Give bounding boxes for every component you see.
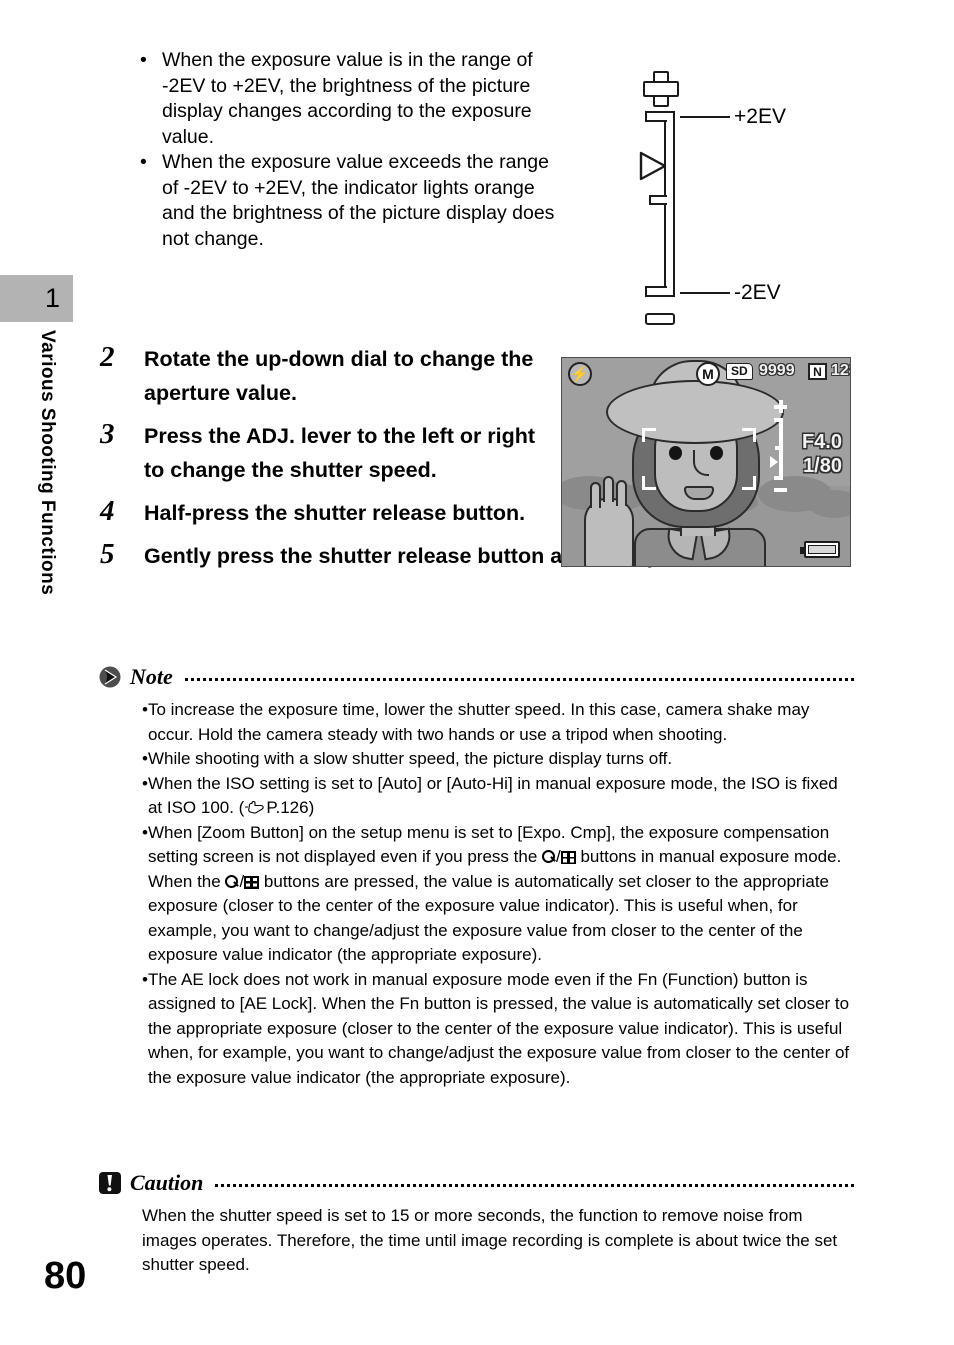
intro-bullet-list: • When the exposure value is in the rang…	[140, 48, 555, 252]
af-frame-corner	[742, 476, 756, 490]
lcd-ev-tick	[775, 446, 783, 450]
list-item: • While shooting with a slow shutter spe…	[98, 747, 854, 772]
shooting-mode-badge: M	[696, 362, 720, 386]
leader-line-bottom	[680, 292, 730, 294]
pointing-hand-icon	[244, 798, 266, 814]
note-section: Note • To increase the exposure time, lo…	[98, 664, 854, 1090]
step-text: Rotate the up-down dial to change the ap…	[144, 347, 534, 405]
note-icon	[98, 665, 122, 689]
list-item-text: The AE lock does not work in manual expo…	[147, 969, 850, 1087]
leader-line-top	[680, 116, 730, 118]
caution-text: When the shutter speed is set to 15 or m…	[142, 1206, 838, 1274]
magnify-icon	[542, 850, 556, 864]
caution-label: Caution	[130, 1170, 204, 1195]
lcd-ev-tick	[774, 418, 783, 422]
list-item: • When the ISO setting is set to [Auto] …	[98, 772, 854, 821]
ev-pointer-icon	[637, 150, 667, 182]
lcd-ev-tick	[774, 476, 783, 480]
chapter-number: 1	[44, 283, 60, 313]
page-number: 80	[44, 1255, 87, 1297]
image-quality-badge: N	[808, 363, 827, 380]
bullet-marker: •	[142, 700, 148, 719]
step-number: 4	[100, 495, 115, 527]
list-item-text: When the ISO setting is set to [Auto] or…	[148, 772, 854, 821]
subject-finger	[616, 480, 627, 506]
lcd-exposure-value-indicator	[768, 400, 794, 496]
battery-icon	[800, 541, 840, 558]
list-item: • When the exposure value exceeds the ra…	[140, 150, 555, 252]
subject-eye-right	[710, 446, 723, 460]
magnify-icon	[225, 874, 239, 889]
list-item: • To increase the exposure time, lower t…	[98, 698, 854, 747]
subject-eye-left	[669, 446, 682, 460]
thumbnail-grid-icon	[244, 875, 260, 889]
lcd-minus-icon	[774, 488, 787, 492]
note-header: Note	[98, 664, 854, 690]
note-text-fragment: P.126)	[266, 798, 315, 817]
step-number: 2	[100, 341, 115, 373]
list-item-text: When the exposure value is in the range …	[162, 49, 533, 148]
minus-icon	[645, 313, 675, 325]
bush-shape	[808, 490, 850, 518]
list-item-text: While shooting with a slow shutter speed…	[147, 749, 673, 768]
image-resolution: 1280	[831, 362, 850, 379]
list-item: • When the exposure value is in the rang…	[140, 48, 555, 150]
subject-hat-brim	[606, 380, 784, 444]
exposure-value-indicator-diagram: +2EV -2EV	[600, 55, 880, 345]
ev-tick-middle	[649, 195, 667, 205]
step-number: 5	[100, 538, 115, 570]
subject-mouth	[684, 486, 714, 500]
chapter-tab: 1	[0, 275, 73, 322]
bullet-marker: •	[140, 151, 147, 173]
af-frame-corner	[642, 428, 656, 442]
lcd-plus-icon	[774, 400, 787, 413]
ev-tick-top	[645, 111, 667, 122]
ev-label-minus-2ev: -2EV	[734, 281, 781, 304]
note-rule	[184, 677, 854, 681]
caution-header: Caution	[98, 1170, 854, 1196]
subject-finger	[603, 476, 614, 502]
shutter-speed-value: 1/80	[803, 455, 842, 477]
thumbnail-grid-icon	[560, 851, 576, 864]
af-frame-corner	[642, 476, 656, 490]
caution-rule	[215, 1183, 854, 1187]
list-item-text: When [Zoom Button] on the setup menu is …	[148, 821, 854, 968]
sd-card-icon: SD	[726, 363, 753, 380]
step-number: 3	[100, 418, 115, 450]
subject-finger	[590, 482, 601, 508]
af-frame-corner	[742, 428, 756, 442]
bullet-marker: •	[140, 49, 147, 71]
ev-tick-bottom	[645, 286, 667, 297]
lcd-ev-pointer-icon	[770, 456, 778, 468]
step-text: Half-press the shutter release button.	[144, 501, 526, 525]
ev-label-plus-2ev: +2EV	[734, 105, 786, 128]
list-item-text: To increase the exposure time, lower the…	[147, 700, 810, 744]
list-item: • When [Zoom Button] on the setup menu i…	[98, 821, 854, 968]
caution-icon	[98, 1171, 122, 1195]
bullet-marker: •	[142, 822, 148, 842]
subject-hand	[584, 498, 634, 566]
bullet-marker: •	[142, 749, 148, 768]
flash-off-icon: ⚡	[568, 362, 592, 386]
note-label: Note	[130, 664, 173, 689]
bullet-marker: •	[142, 773, 148, 793]
list-item-text: When the exposure value exceeds the rang…	[162, 151, 555, 250]
plus-icon	[643, 71, 679, 107]
list-item: • The AE lock does not work in manual ex…	[98, 968, 854, 1091]
step-text: Press the ADJ. lever to the left or righ…	[144, 424, 536, 482]
battery-fill	[808, 545, 836, 554]
chapter-title: Various Shooting Functions	[37, 330, 58, 596]
note-list: • To increase the exposure time, lower t…	[98, 698, 854, 1090]
camera-lcd-illustration: ⚡ M SD 9999 N 1280 F4.0 1/80	[561, 357, 851, 567]
bullet-marker: •	[142, 969, 148, 989]
aperture-value: F4.0	[801, 431, 842, 453]
caution-section: Caution When the shutter speed is set to…	[98, 1170, 854, 1278]
remaining-shots: 9999	[759, 362, 795, 379]
